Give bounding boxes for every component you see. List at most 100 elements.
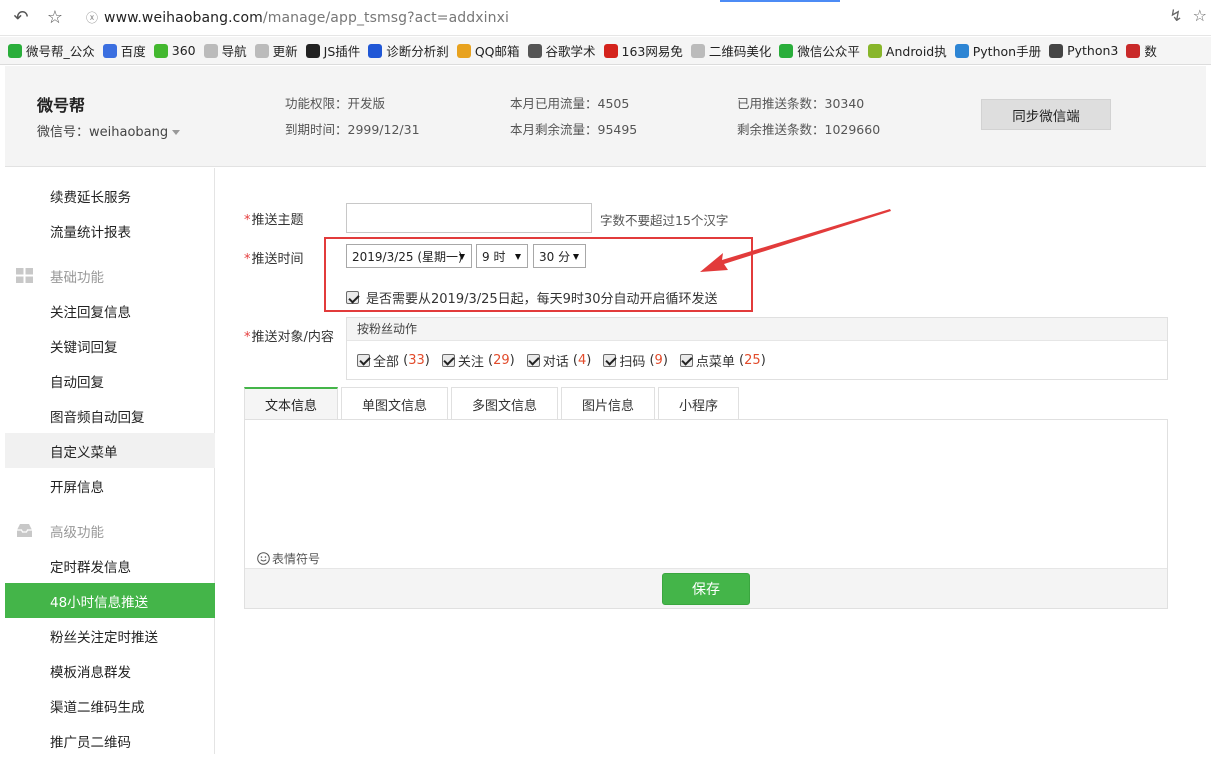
bookmark-item[interactable]: 更新 <box>254 41 298 60</box>
bookmark-item[interactable]: Python3 <box>1049 43 1118 58</box>
target-options: 全部 (33) 关注 (29) 对话 (4) 扫码 (9) 点菜单 (25) <box>347 341 1167 379</box>
favorite-icon[interactable]: ☆ <box>1193 6 1207 25</box>
topic-input[interactable] <box>346 203 592 233</box>
sidebar-item-channel-qr[interactable]: 渠道二维码生成 <box>5 688 215 723</box>
target-option-label: 全部 <box>373 354 400 370</box>
sidebar-item-splash[interactable]: 开屏信息 <box>5 468 215 503</box>
tab-image[interactable]: 图片信息 <box>561 387 655 420</box>
sidebar-item-follow-timed-push[interactable]: 粉丝关注定时推送 <box>5 618 215 653</box>
bookmark-item[interactable]: 导航 <box>203 41 247 60</box>
red-icon <box>1126 43 1141 58</box>
bookmark-label: 163网易免 <box>621 44 683 59</box>
bookmark-item[interactable]: 二维码美化 <box>690 41 771 60</box>
target-option-chat[interactable]: 对话 (4) <box>526 351 591 370</box>
account-switcher[interactable]: 微信号：weihaobang <box>37 121 181 140</box>
sidebar-item-renew[interactable]: 续费延长服务 <box>5 178 215 213</box>
wechat-icon <box>779 43 794 58</box>
sidebar-item-promoter-qr[interactable]: 推广员二维码 <box>5 723 215 758</box>
target-option-label: 扫码 <box>619 354 646 370</box>
chevron-down-icon <box>172 130 181 135</box>
bookmark-item[interactable]: 微号帮_公众 <box>8 41 95 60</box>
message-editor[interactable]: 表情符号 保存 <box>244 419 1168 609</box>
js-icon <box>305 43 320 58</box>
sidebar-item-48h-push[interactable]: 48小时信息推送 <box>5 583 215 618</box>
bookmark-item[interactable]: 谷歌学术 <box>527 41 596 60</box>
target-option-count: 4 <box>577 352 587 368</box>
sidebar-group-basic-label: 基础功能 <box>50 269 104 286</box>
bookmark-item[interactable]: 微信公众平 <box>779 41 860 60</box>
tab-single-news[interactable]: 单图文信息 <box>341 387 448 420</box>
security-icon[interactable]: ⓧ <box>86 9 98 26</box>
sidebar-item-media-reply[interactable]: 图音频自动回复 <box>5 398 215 433</box>
sidebar: 续费延长服务 流量统计报表 基础功能 关注回复信息 关键词回复 自动回复 图音频… <box>5 168 215 754</box>
topic-label: *推送主题 <box>244 209 304 228</box>
page-icon <box>203 43 218 58</box>
sidebar-item-traffic-report[interactable]: 流量统计报表 <box>5 213 215 248</box>
tab-mini-program[interactable]: 小程序 <box>658 387 739 420</box>
target-panel: 按粉丝动作 全部 (33) 关注 (29) 对话 (4) 扫码 (9) 点菜单 … <box>346 317 1168 380</box>
bookmark-item[interactable]: Android执 <box>867 41 947 60</box>
main-content: *推送主题 字数不要超过15个汉字 *推送时间 2019/3/25 (星期一) … <box>216 168 1211 754</box>
bookmark-label: 360 <box>171 43 196 58</box>
sidebar-item-follow-reply[interactable]: 关注回复信息 <box>5 293 215 328</box>
target-option-follow[interactable]: 关注 (29) <box>441 351 515 370</box>
target-label-text: 推送对象/内容 <box>251 330 334 345</box>
target-option-count: 33 <box>408 352 425 368</box>
target-option-scan[interactable]: 扫码 (9) <box>603 351 668 370</box>
bookmark-item[interactable]: 360 <box>153 43 196 58</box>
emoji-button[interactable]: 表情符号 <box>257 550 320 567</box>
annotation-arrow-icon <box>700 209 891 272</box>
target-checkbox[interactable] <box>357 353 370 367</box>
tab-multi-news[interactable]: 多图文信息 <box>451 387 558 420</box>
page-icon <box>254 43 269 58</box>
sidebar-item-template-mass[interactable]: 模板消息群发 <box>5 653 215 688</box>
target-checkbox[interactable] <box>603 353 617 367</box>
target-option-all[interactable]: 全部 (33) <box>357 351 430 370</box>
target-checkbox[interactable] <box>441 353 455 367</box>
save-button[interactable]: 保存 <box>662 573 750 605</box>
sidebar-item-keyword-reply[interactable]: 关键词回复 <box>5 328 215 363</box>
target-checkbox[interactable] <box>526 353 540 367</box>
sidebar-item-custom-menu[interactable]: 自定义菜单 <box>5 433 215 468</box>
bookmark-label: 谷歌学术 <box>545 44 596 59</box>
url-field[interactable]: www.weihaobang.com/manage/app_tsmsg?act=… <box>104 10 509 26</box>
back-icon[interactable]: ↶ <box>8 5 34 31</box>
bookmark-label: 诊断分析刹 <box>386 44 449 59</box>
editor-footer: 保存 <box>245 568 1167 608</box>
baidu-paw-icon <box>102 43 117 58</box>
url-host: www.weihaobang.com <box>104 9 263 26</box>
target-option-label: 点菜单 <box>695 354 735 370</box>
browser-address-bar: ↶ ☆ ⓧ www.weihaobang.com/manage/app_tsms… <box>0 0 1211 36</box>
lightning-icon[interactable]: ↯ <box>1169 6 1182 25</box>
target-option-count: 9 <box>654 352 663 368</box>
stat-expire: 到期时间：2999/12/31 <box>285 122 420 137</box>
sync-wechat-button[interactable]: 同步微信端 <box>981 99 1111 130</box>
stat-used-push: 已用推送条数：30340 <box>737 96 865 111</box>
bookmark-item[interactable]: Python手册 <box>954 41 1041 60</box>
bookmark-item[interactable]: 数 <box>1126 41 1157 60</box>
sidebar-item-scheduled-mass[interactable]: 定时群发信息 <box>5 548 215 583</box>
target-option-label: 关注 <box>457 354 484 370</box>
netease-icon <box>603 43 618 58</box>
chrome-icon <box>456 43 471 58</box>
sidebar-group-advanced-label: 高级功能 <box>50 524 104 541</box>
bookmark-label: Python3 <box>1067 43 1119 58</box>
target-checkbox[interactable] <box>679 353 693 367</box>
bookmark-label: 微号帮_公众 <box>26 44 95 59</box>
emoji-label: 表情符号 <box>272 552 321 566</box>
bookmark-item[interactable]: 诊断分析刹 <box>368 41 449 60</box>
bookmark-item[interactable]: 百度 <box>102 41 146 60</box>
brand-title: 微号帮 <box>37 96 86 115</box>
bookmark-item[interactable]: 163网易免 <box>603 41 683 60</box>
star-bookmark-icon[interactable]: ☆ <box>42 5 68 31</box>
target-option-menu-click[interactable]: 点菜单 (25) <box>679 351 766 370</box>
bookmark-item[interactable]: JS插件 <box>305 41 360 60</box>
bookmark-item[interactable]: QQ邮箱 <box>456 41 520 60</box>
sidebar-item-auto-reply[interactable]: 自动回复 <box>5 363 215 398</box>
python-icon <box>954 43 969 58</box>
google-icon <box>527 43 542 58</box>
tab-text[interactable]: 文本信息 <box>244 387 338 420</box>
stat-permission: 功能权限：开发版 <box>285 96 386 111</box>
time-label-text: 推送时间 <box>251 252 304 267</box>
stat-remain-traffic: 本月剩余流量：95495 <box>510 122 638 137</box>
